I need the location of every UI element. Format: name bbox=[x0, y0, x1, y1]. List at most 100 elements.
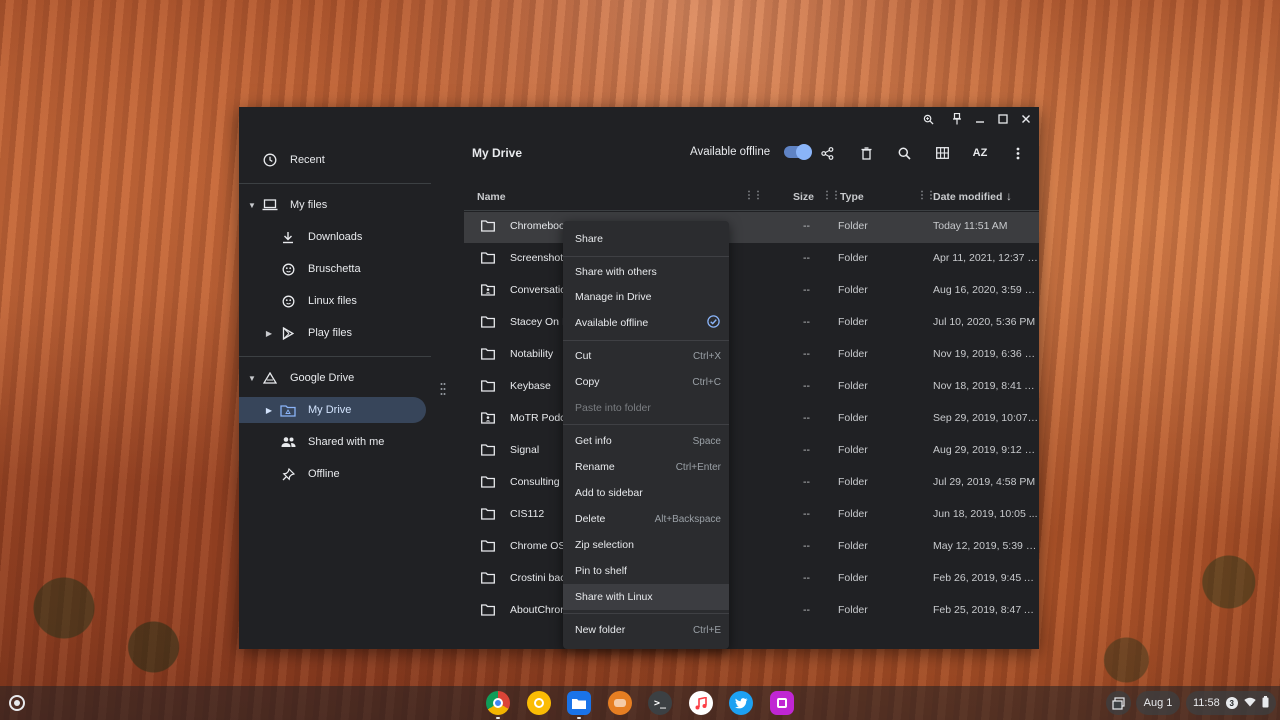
file-row[interactable]: Crostini backup -- Folder Feb 26, 2019, 9:4… bbox=[464, 563, 1039, 595]
file-date-modified: Apr 11, 2021, 12:37 P... bbox=[933, 252, 1039, 264]
menu-item-zip-selection[interactable]: Zip selection bbox=[563, 532, 729, 558]
laptop-icon bbox=[262, 197, 278, 213]
sidebar-item-recent[interactable]: Recent bbox=[239, 147, 435, 173]
toolbar: My Drive Available offline AZ bbox=[464, 131, 1039, 175]
column-header-date-modified[interactable]: Date modified bbox=[933, 191, 1002, 203]
expand-arrow-icon[interactable]: ▼ bbox=[247, 374, 257, 383]
sidebar-item-play-files[interactable]: ▶ Play files bbox=[239, 320, 435, 346]
sidebar-item-my-drive[interactable]: ▶ My Drive bbox=[239, 397, 426, 423]
pin-icon[interactable] bbox=[948, 111, 966, 127]
menu-item-label: Share with Linux bbox=[575, 591, 653, 603]
file-row[interactable]: Chromebook -- Folder Today 11:51 AM bbox=[464, 212, 1039, 243]
sidebar-item-label: My Drive bbox=[308, 404, 352, 416]
minimize-icon[interactable] bbox=[971, 111, 989, 127]
file-size: -- bbox=[803, 540, 810, 552]
share-icon[interactable] bbox=[817, 143, 837, 163]
sidebar-item-shared-with-me[interactable]: Shared with me bbox=[239, 429, 435, 455]
file-row[interactable]: CIS112 -- Folder Jun 18, 2019, 10:05 ... bbox=[464, 499, 1039, 531]
keep-icon[interactable] bbox=[527, 691, 551, 715]
sidebar-item-my-files[interactable]: ▼ My files bbox=[239, 192, 435, 218]
menu-item-rename[interactable]: Rename Ctrl+Enter bbox=[563, 454, 729, 480]
zoom-icon[interactable] bbox=[919, 111, 937, 127]
menu-item-add-to-sidebar[interactable]: Add to sidebar bbox=[563, 480, 729, 506]
close-icon[interactable] bbox=[1017, 111, 1035, 127]
file-row[interactable]: Signal -- Folder Aug 29, 2019, 9:12 PM bbox=[464, 435, 1039, 467]
menu-item-label: Pin to shelf bbox=[575, 565, 627, 577]
wifi-icon bbox=[1244, 697, 1256, 710]
launcher-button[interactable] bbox=[9, 695, 25, 711]
twitter-icon[interactable] bbox=[729, 691, 753, 715]
file-row[interactable]: Consulting -- Folder Jul 29, 2019, 4:58 PM bbox=[464, 467, 1039, 499]
menu-item-available-offline[interactable]: Available offline bbox=[563, 310, 729, 336]
file-name: Screenshots bbox=[510, 252, 566, 264]
sidebar-item-google-drive[interactable]: ▼ Google Drive bbox=[239, 365, 435, 391]
menu-separator bbox=[563, 424, 729, 425]
search-icon[interactable] bbox=[894, 143, 914, 163]
column-header-size[interactable]: Size bbox=[793, 191, 814, 203]
file-date-modified: Aug 29, 2019, 9:12 PM bbox=[933, 444, 1039, 456]
bruschetta-icon[interactable] bbox=[608, 691, 632, 715]
file-row[interactable]: Screenshots -- Folder Apr 11, 2021, 12:37 P… bbox=[464, 243, 1039, 275]
time-label: 11:58 bbox=[1193, 697, 1220, 709]
menu-item-label: Manage in Drive bbox=[575, 291, 652, 303]
sidebar-item-linux-files[interactable]: Linux files bbox=[239, 288, 435, 314]
menu-item-label: Rename bbox=[575, 461, 615, 473]
chrome-icon[interactable] bbox=[486, 691, 510, 719]
app-icon[interactable] bbox=[770, 691, 794, 715]
trash-icon[interactable] bbox=[856, 143, 876, 163]
file-type: Folder bbox=[838, 412, 868, 424]
menu-item-get-info[interactable]: Get info Space bbox=[563, 428, 729, 454]
file-date-modified: Today 11:51 AM bbox=[933, 220, 1008, 232]
more-options-icon[interactable] bbox=[1008, 143, 1028, 163]
file-row[interactable]: Stacey On IoT -- Folder Jul 10, 2020, 5:36 … bbox=[464, 307, 1039, 339]
column-resize-handle[interactable]: ⋮⋮ bbox=[744, 190, 763, 201]
sidebar-item-bruschetta[interactable]: Bruschetta bbox=[239, 256, 435, 282]
menu-item-shortcut: Ctrl+X bbox=[692, 350, 721, 362]
expand-arrow-icon[interactable]: ▶ bbox=[264, 406, 274, 415]
menu-item-shortcut: Space bbox=[692, 435, 721, 447]
grid-view-icon[interactable] bbox=[932, 143, 952, 163]
file-row[interactable]: Conversations -- Folder Aug 16, 2020, 3:59 … bbox=[464, 275, 1039, 307]
file-date-modified: Aug 16, 2020, 3:59 PM bbox=[933, 284, 1039, 296]
expand-arrow-icon[interactable]: ▼ bbox=[247, 201, 257, 210]
files-icon[interactable] bbox=[567, 691, 591, 719]
menu-item-share-with-linux[interactable]: Share with Linux bbox=[563, 584, 729, 610]
menu-item-new-folder[interactable]: New folder Ctrl+E bbox=[563, 617, 729, 643]
file-name: Consulting bbox=[510, 476, 560, 488]
sidebar-resize-handle[interactable] bbox=[440, 382, 446, 396]
sidebar-item-downloads[interactable]: Downloads bbox=[239, 224, 435, 250]
music-icon[interactable] bbox=[689, 691, 713, 715]
menu-item-delete[interactable]: Delete Alt+Backspace bbox=[563, 506, 729, 532]
menu-item-pin-to-shelf[interactable]: Pin to shelf bbox=[563, 558, 729, 584]
column-header-type[interactable]: Type bbox=[840, 191, 864, 203]
file-list: Chromebook -- Folder Today 11:51 AM Screensh… bbox=[464, 212, 1039, 649]
file-row[interactable]: Chrome OS -- Folder May 12, 2019, 5:39 PM bbox=[464, 531, 1039, 563]
file-row[interactable]: MoTR Podcast -- Folder Sep 29, 2019, 10:07 … bbox=[464, 403, 1039, 435]
expand-arrow-icon[interactable]: ▶ bbox=[264, 329, 274, 338]
folder-icon bbox=[481, 508, 495, 522]
menu-item-shortcut: Alt+Backspace bbox=[654, 513, 721, 525]
sort-descending-arrow-icon[interactable]: ↓ bbox=[1006, 189, 1012, 203]
status-tray[interactable]: 11:58 3 bbox=[1186, 691, 1276, 715]
sidebar-item-label: Downloads bbox=[308, 231, 363, 243]
date-tray[interactable]: Aug 1 bbox=[1136, 691, 1180, 715]
menu-item-share-with-others[interactable]: Share with others bbox=[563, 259, 729, 285]
file-type: Folder bbox=[838, 252, 868, 264]
terminal-icon[interactable]: >_ bbox=[648, 691, 672, 715]
menu-item-share[interactable]: Share bbox=[563, 226, 729, 252]
menu-item-copy[interactable]: Copy Ctrl+C bbox=[563, 369, 729, 395]
screenshot-button[interactable] bbox=[1106, 691, 1131, 715]
menu-item-cut[interactable]: Cut Ctrl+X bbox=[563, 343, 729, 369]
folder-icon bbox=[481, 572, 495, 586]
file-row[interactable]: AboutChromebooks -- Folder Feb 25, 2019, 8:… bbox=[464, 595, 1039, 627]
sidebar-item-offline[interactable]: Offline bbox=[239, 461, 435, 487]
maximize-icon[interactable] bbox=[994, 111, 1012, 127]
available-offline-toggle[interactable] bbox=[784, 144, 812, 160]
sort-icon[interactable]: AZ bbox=[970, 143, 990, 163]
menu-item-manage-in-drive[interactable]: Manage in Drive bbox=[563, 284, 729, 310]
file-row[interactable]: Notability -- Folder Nov 19, 2019, 6:36 PM bbox=[464, 339, 1039, 371]
column-resize-handle[interactable]: ⋮⋮ bbox=[822, 190, 841, 201]
column-header-name[interactable]: Name bbox=[477, 191, 506, 203]
file-row[interactable]: Keybase -- Folder Nov 18, 2019, 8:41 AM bbox=[464, 371, 1039, 403]
notification-badge: 3 bbox=[1225, 697, 1238, 709]
